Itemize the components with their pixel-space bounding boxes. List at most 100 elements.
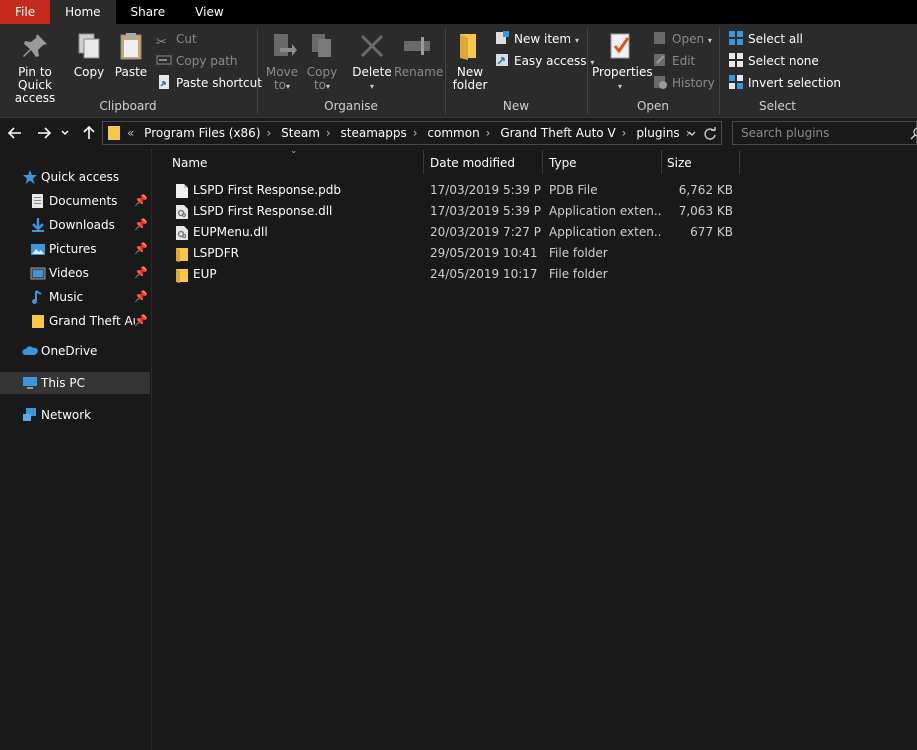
- edit-button[interactable]: Edit: [652, 52, 695, 70]
- column-header-date-modified[interactable]: Date modified: [430, 150, 540, 176]
- breadcrumb-program-files[interactable]: Program Files (x86): [144, 126, 260, 140]
- new-folder-label-2: folder: [452, 78, 488, 92]
- file-type: File folder: [549, 267, 608, 281]
- paste-shortcut-icon: [159, 75, 169, 89]
- column-header-name[interactable]: Name: [172, 150, 422, 176]
- pin-to-quick-access-button[interactable]: Pin to Quick access: [2, 28, 68, 105]
- paste-button[interactable]: Paste: [112, 28, 150, 79]
- select-all-button[interactable]: Select all: [728, 30, 803, 48]
- table-row[interactable]: EUP 24/05/2019 10:17 ... File folder: [171, 264, 731, 285]
- history-button[interactable]: History: [652, 74, 715, 92]
- properties-icon: [610, 33, 630, 59]
- refresh-icon[interactable]: [703, 127, 717, 141]
- new-folder-button[interactable]: New folder: [450, 28, 490, 92]
- properties-label: Properties: [592, 65, 653, 79]
- file-name: EUPMenu.dll: [193, 225, 268, 239]
- file-type: Application exten...: [549, 204, 661, 218]
- select-none-button[interactable]: Select none: [728, 52, 819, 70]
- copy-label: Copy: [73, 65, 105, 79]
- pin-icon: 📌: [134, 194, 148, 207]
- column-divider[interactable]: [739, 150, 740, 174]
- column-divider[interactable]: [661, 150, 662, 174]
- back-button[interactable]: [5, 123, 25, 143]
- paste-shortcut-button[interactable]: Paste shortcut: [156, 74, 262, 92]
- pictures-icon: [31, 244, 45, 255]
- select-all-icon: [729, 31, 743, 45]
- breadcrumb-plugins[interactable]: plugins: [636, 126, 679, 140]
- file-size: 677 KB: [690, 225, 733, 239]
- address-history-chevron-icon[interactable]: [687, 129, 697, 139]
- forward-button[interactable]: [34, 123, 54, 143]
- select-all-label: Select all: [748, 32, 803, 46]
- recent-locations-button[interactable]: [58, 123, 72, 143]
- sidebar-item-network[interactable]: Network: [0, 404, 150, 426]
- copy-button[interactable]: Copy: [72, 28, 106, 79]
- up-button[interactable]: [79, 123, 99, 143]
- breadcrumb-separator: ›: [485, 126, 491, 140]
- properties-button[interactable]: Properties ▾: [592, 28, 653, 93]
- tab-view[interactable]: View: [180, 0, 238, 24]
- column-divider[interactable]: [423, 150, 424, 174]
- delete-button[interactable]: Delete ▾: [352, 28, 392, 93]
- sidebar-item-documents[interactable]: Documents 📌: [0, 190, 150, 212]
- select-none-label: Select none: [748, 54, 819, 68]
- address-bar[interactable]: « Program Files (x86) › Steam › steamapps ›…: [102, 121, 722, 145]
- breadcrumb-steamapps[interactable]: steamapps: [341, 126, 407, 140]
- invert-selection-button[interactable]: Invert selection: [728, 74, 841, 92]
- file-date-modified: 17/03/2019 5:39 PM: [430, 204, 542, 218]
- new-item-button[interactable]: New item ▾: [494, 30, 579, 48]
- sidebar-item-videos[interactable]: Videos 📌: [0, 262, 150, 284]
- search-input[interactable]: Search plugins: [732, 121, 917, 145]
- easy-access-button[interactable]: Easy access ▾: [494, 52, 594, 70]
- delete-icon: [360, 34, 384, 58]
- column-header-type[interactable]: Type: [549, 150, 659, 176]
- sidebar-item-music[interactable]: Music 📌: [0, 286, 150, 308]
- delete-label: Delete: [352, 65, 392, 79]
- copy-to-button[interactable]: Copy to▾: [304, 28, 340, 93]
- breadcrumb-steam[interactable]: Steam: [281, 126, 320, 140]
- move-to-label-1: Move: [265, 65, 299, 79]
- paste-icon: [120, 33, 142, 60]
- select-none-icon: [729, 53, 743, 67]
- cut-label: Cut: [176, 32, 197, 46]
- sidebar-item-this-pc[interactable]: This PC: [0, 372, 150, 394]
- back-arrow-icon: [7, 127, 21, 139]
- forward-arrow-icon: [38, 127, 52, 139]
- move-to-button[interactable]: Move to▾: [264, 28, 300, 93]
- paste-label: Paste: [114, 65, 148, 79]
- breadcrumb-gta-v[interactable]: Grand Theft Auto V: [500, 126, 615, 140]
- music-icon: [32, 290, 42, 304]
- sidebar-item-quick-access[interactable]: Quick access: [0, 166, 150, 188]
- breadcrumb-common[interactable]: common: [427, 126, 479, 140]
- breadcrumb: « Program Files (x86) › Steam › steamapps ›…: [127, 122, 697, 144]
- tab-home[interactable]: Home: [50, 0, 116, 24]
- ribbon-tabs: File Home Share View: [0, 0, 917, 24]
- sidebar-item-downloads[interactable]: Downloads 📌: [0, 214, 150, 236]
- scissors-icon: ✂: [156, 35, 167, 50]
- move-to-icon: [274, 34, 297, 56]
- table-row[interactable]: LSPD First Response.pdb 17/03/2019 5:39 P…: [171, 180, 733, 201]
- column-header-size[interactable]: Size: [667, 150, 737, 176]
- copy-path-button[interactable]: Copy path: [156, 52, 238, 70]
- cut-button[interactable]: ✂ Cut: [156, 30, 197, 50]
- history-label: History: [672, 76, 715, 90]
- rename-button[interactable]: Rename: [394, 28, 444, 79]
- sidebar-item-gta-v[interactable]: Grand Theft Auto V 📌: [0, 310, 150, 332]
- sidebar-item-onedrive[interactable]: OneDrive: [0, 340, 150, 362]
- table-row[interactable]: EUPMenu.dll 20/03/2019 7:27 PM Application…: [171, 222, 733, 243]
- table-row[interactable]: LSPDFR 29/05/2019 10:41 ... File folder: [171, 243, 731, 264]
- table-row[interactable]: LSPD First Response.dll 17/03/2019 5:39 P…: [171, 201, 733, 222]
- tab-file[interactable]: File: [0, 0, 51, 24]
- up-arrow-icon: [83, 125, 95, 139]
- sidebar-item-pictures[interactable]: Pictures 📌: [0, 238, 150, 260]
- sidebar-item-label: Network: [41, 408, 92, 422]
- open-button[interactable]: Open ▾: [652, 30, 712, 48]
- column-divider[interactable]: [542, 150, 543, 174]
- breadcrumb-overflow[interactable]: «: [127, 126, 134, 140]
- folder-icon: [176, 269, 188, 283]
- file-date-modified: 20/03/2019 7:27 PM: [430, 225, 542, 239]
- tab-share[interactable]: Share: [116, 0, 181, 24]
- edit-icon: [654, 54, 665, 66]
- new-item-label: New item: [514, 32, 572, 46]
- rename-label: Rename: [394, 65, 444, 79]
